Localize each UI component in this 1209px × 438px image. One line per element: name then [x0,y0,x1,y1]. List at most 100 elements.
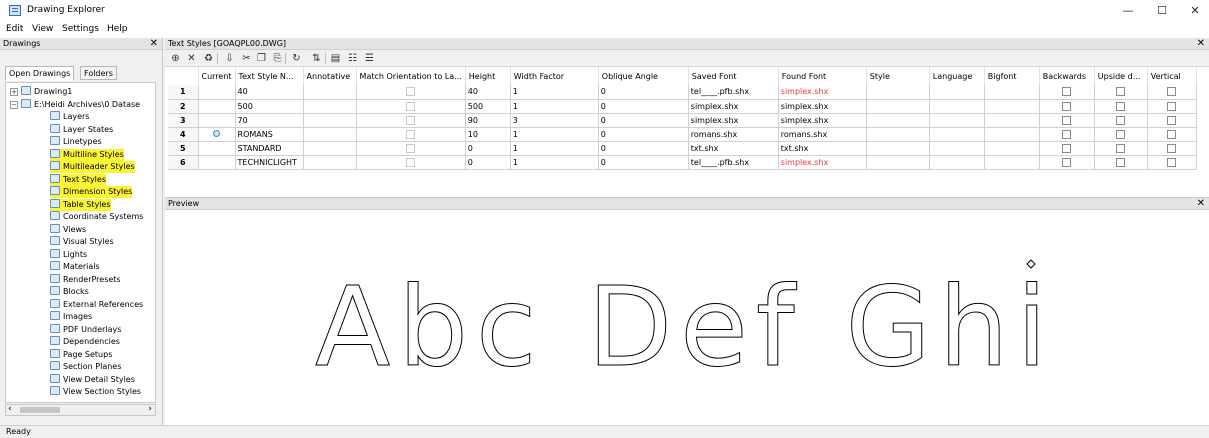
found-font-cell[interactable]: simplex.shx [778,155,867,170]
tree-item-section-planes[interactable]: Section Planes [50,361,121,373]
match-orientation-checkbox[interactable] [406,87,416,97]
column-header[interactable]: Oblique Angle [598,67,689,85]
backwards-checkbox[interactable] [1062,101,1072,111]
upside-down-cell[interactable] [1094,155,1148,170]
row-number[interactable]: 3 [168,113,199,128]
found-font-cell[interactable]: simplex.shx [778,113,867,128]
style-cell[interactable] [866,99,930,114]
tree-item-lights[interactable]: Lights [50,248,87,261]
tree-item-page-setups[interactable]: Page Setups [50,348,112,361]
style-cell[interactable] [866,127,930,142]
text-style-name[interactable]: ROMANS [235,127,304,142]
upside-down-checkbox[interactable] [1116,101,1126,111]
tree-item-pdf-underlays[interactable]: PDF Underlays [50,323,121,336]
table-row[interactable]: 2 500 500 1 0 simplex.shx simplex.shx [168,99,1197,114]
match-orientation-checkbox[interactable] [406,115,416,125]
style-cell[interactable] [866,113,930,128]
match-orientation-checkbox[interactable] [406,143,416,153]
upside-down-cell[interactable] [1094,127,1148,142]
column-header[interactable]: Language [929,67,985,85]
backwards-checkbox[interactable] [1062,129,1072,139]
width-factor-cell[interactable]: 1 [510,141,599,156]
saved-font-cell[interactable]: tel____.pfb.shx [688,155,779,170]
tree-item-blocks[interactable]: Blocks [50,286,89,298]
match-orientation-checkbox[interactable] [406,129,416,139]
vertical-cell[interactable] [1147,127,1197,142]
row-number[interactable]: 4 [168,127,199,142]
menu-edit[interactable]: Edit [6,24,23,34]
scrollbar-thumb[interactable] [20,407,60,413]
height-cell[interactable]: 0 [465,155,511,170]
saved-font-cell[interactable]: txt.shx [688,141,779,156]
current-cell[interactable] [198,113,236,128]
tree-expander-icon[interactable]: − [10,100,18,109]
column-header[interactable]: Backwards [1039,67,1095,85]
language-cell[interactable] [929,99,985,114]
vertical-cell[interactable] [1147,85,1197,100]
vertical-checkbox[interactable] [1167,129,1177,139]
upside-down-cell[interactable] [1094,99,1148,114]
tree-item-views[interactable]: Views [50,223,86,236]
list-view-icon[interactable]: ☰ [363,52,376,65]
height-cell[interactable]: 500 [465,99,511,114]
cut-icon[interactable]: ✂ [240,52,253,65]
table-row[interactable]: 1 40 40 1 0 tel____.pfb.shx simplex.shx [168,85,1197,100]
text-style-name[interactable]: STANDARD [235,141,304,156]
match-orientation-cell[interactable] [356,99,466,114]
close-button[interactable]: ✕ [1175,0,1209,22]
vertical-cell[interactable] [1147,155,1197,170]
menu-help[interactable]: Help [107,24,128,34]
found-font-cell[interactable]: romans.shx [778,127,867,142]
oblique-angle-cell[interactable]: 0 [598,155,689,170]
saved-font-cell[interactable]: simplex.shx [688,113,779,128]
oblique-angle-cell[interactable]: 0 [598,141,689,156]
found-font-cell[interactable]: simplex.shx [778,99,867,114]
backwards-cell[interactable] [1039,99,1095,114]
tree-expander-icon[interactable]: + [10,88,18,96]
vertical-checkbox[interactable] [1167,157,1177,167]
style-cell[interactable] [866,155,930,170]
current-cell[interactable] [198,141,236,156]
language-cell[interactable] [929,113,985,128]
saved-font-cell[interactable]: simplex.shx [688,99,779,114]
backwards-checkbox[interactable] [1062,143,1072,153]
column-header[interactable]: Saved Font [688,67,779,85]
delete-icon[interactable]: ✕ [185,52,198,65]
vertical-checkbox[interactable] [1167,143,1177,153]
tree-item-layer-states[interactable]: Layer States [50,123,113,136]
text-style-name[interactable]: 40 [235,85,304,100]
column-header[interactable]: Style [866,67,930,85]
vertical-cell[interactable] [1147,113,1197,128]
match-orientation-cell[interactable] [356,141,466,156]
tree-item-materials[interactable]: Materials [50,261,100,273]
found-font-cell[interactable]: simplex.shx [778,85,867,100]
tree-item-multiline-styles[interactable]: Multiline Styles [50,148,124,161]
language-cell[interactable] [929,85,985,100]
match-orientation-cell[interactable] [356,85,466,100]
column-header[interactable]: Text Style N... [235,67,304,85]
annotative-cell[interactable] [303,113,357,128]
bigfont-cell[interactable] [984,141,1040,156]
tree-item-e-heidi-archives-0-datase[interactable]: E:\Heidi Archives\0 Datase [21,98,140,111]
column-header[interactable]: Current [198,67,236,85]
upside-down-checkbox[interactable] [1116,129,1126,139]
upside-down-cell[interactable] [1094,113,1148,128]
column-header[interactable]: Match Orientation to La... [356,67,466,85]
table-row[interactable]: 5 STANDARD 0 1 0 txt.shx txt.shx [168,141,1197,156]
tree-item-view-section-styles[interactable]: View Section Styles [50,386,141,398]
menu-view[interactable]: View [32,24,53,34]
table-row[interactable]: 6 TECHNICLIGHT 0 1 0 tel____.pfb.shx simplex.s… [168,155,1197,170]
text-style-name[interactable]: 500 [235,99,304,114]
style-cell[interactable] [866,85,930,100]
current-cell[interactable] [198,85,236,100]
tree-item-dependencies[interactable]: Dependencies [50,336,120,348]
backwards-cell[interactable] [1039,113,1095,128]
column-header[interactable]: Found Font [778,67,867,85]
upside-down-checkbox[interactable] [1116,143,1126,153]
row-number[interactable]: 5 [168,141,199,156]
table-row[interactable]: 3 70 90 3 0 simplex.shx simplex.shx [168,113,1197,128]
height-cell[interactable]: 0 [465,141,511,156]
row-number[interactable]: 6 [168,155,199,170]
height-cell[interactable]: 90 [465,113,511,128]
annotative-cell[interactable] [303,85,357,100]
